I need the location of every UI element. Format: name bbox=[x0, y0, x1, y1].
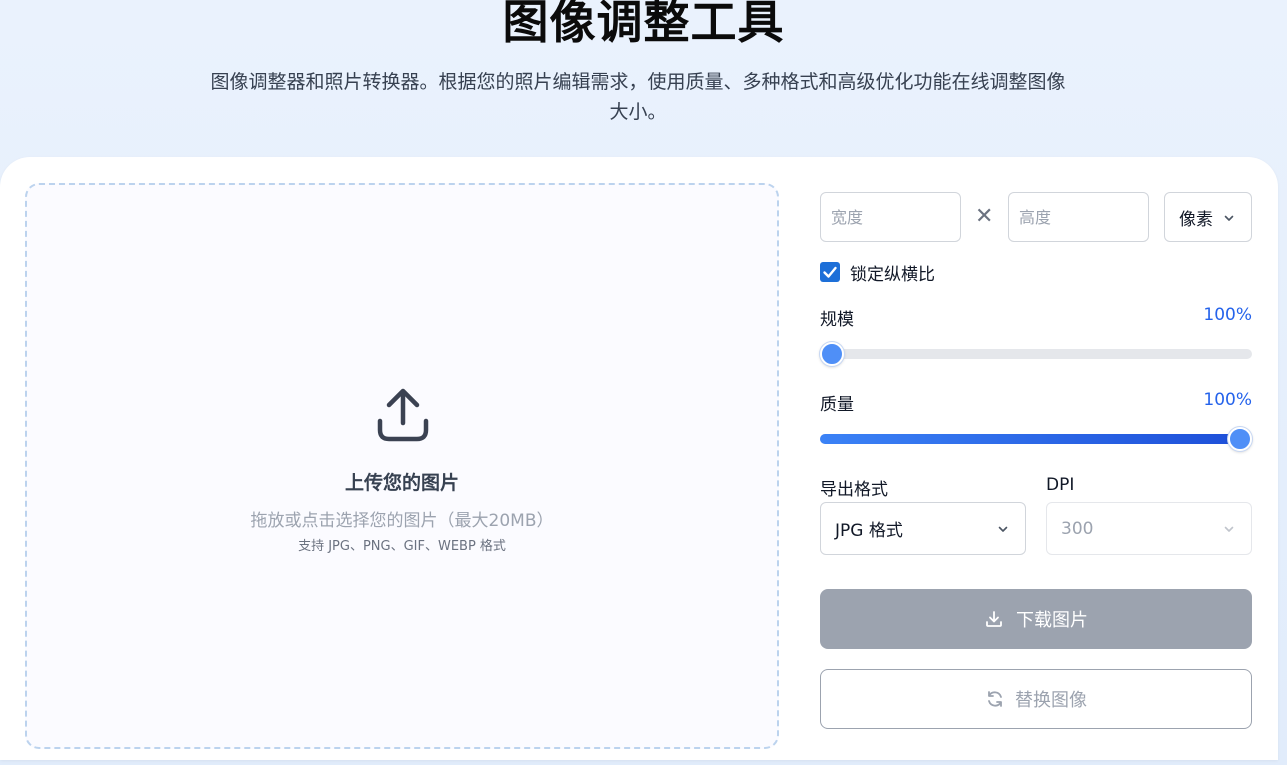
lock-ratio-checkbox[interactable] bbox=[820, 262, 840, 282]
scale-slider-thumb[interactable] bbox=[820, 342, 844, 366]
scale-slider[interactable] bbox=[820, 349, 1252, 359]
dpi-value: 300 bbox=[1061, 518, 1094, 539]
download-icon bbox=[986, 611, 1002, 627]
export-format-select[interactable]: JPG 格式 bbox=[820, 502, 1026, 555]
quality-slider-fill bbox=[820, 434, 1252, 444]
width-input[interactable] bbox=[820, 192, 961, 242]
download-button[interactable]: 下载图片 bbox=[820, 589, 1252, 649]
dpi-label: DPI bbox=[1046, 475, 1075, 495]
quality-slider[interactable] bbox=[820, 434, 1252, 444]
lock-ratio-label: 锁定纵横比 bbox=[850, 265, 935, 285]
dpi-select[interactable]: 300 bbox=[1046, 502, 1252, 555]
quality-slider-thumb[interactable] bbox=[1228, 427, 1252, 451]
upload-title: 上传您的图片 bbox=[344, 472, 459, 494]
page-title: 图像调整工具 bbox=[502, 0, 785, 49]
quality-value: 100% bbox=[1203, 390, 1252, 410]
checkmark-icon bbox=[823, 266, 837, 278]
scale-label: 规模 bbox=[820, 310, 854, 330]
upload-hint: 拖放或点击选择您的图片（最大20MB） bbox=[250, 511, 554, 531]
export-format-value: JPG 格式 bbox=[835, 521, 903, 541]
download-button-label: 下载图片 bbox=[1016, 610, 1088, 631]
quality-label: 质量 bbox=[820, 395, 854, 415]
upload-dropzone[interactable]: 上传您的图片 拖放或点击选择您的图片（最大20MB） 支持 JPG、PNG、GI… bbox=[25, 183, 779, 749]
chevron-down-icon bbox=[998, 526, 1008, 532]
export-format-label: 导出格式 bbox=[820, 480, 888, 500]
unit-select-value: 像素 bbox=[1179, 209, 1213, 230]
times-icon: ✕ bbox=[975, 204, 994, 229]
unit-select[interactable]: 像素 bbox=[1164, 192, 1252, 242]
replace-image-button[interactable]: 替换图像 bbox=[820, 669, 1252, 729]
upload-icon bbox=[377, 388, 429, 442]
replace-image-label: 替换图像 bbox=[1015, 690, 1087, 711]
chevron-down-icon bbox=[1224, 526, 1234, 532]
page-subtitle: 图像调整器和照片转换器。根据您的照片编辑需求，使用质量、多种格式和高级优化功能在… bbox=[210, 71, 1066, 123]
upload-formats: 支持 JPG、PNG、GIF、WEBP 格式 bbox=[298, 539, 506, 554]
chevron-down-icon bbox=[1224, 215, 1234, 221]
scale-value: 100% bbox=[1203, 305, 1252, 325]
refresh-icon bbox=[988, 691, 1002, 707]
height-input[interactable] bbox=[1008, 192, 1149, 242]
